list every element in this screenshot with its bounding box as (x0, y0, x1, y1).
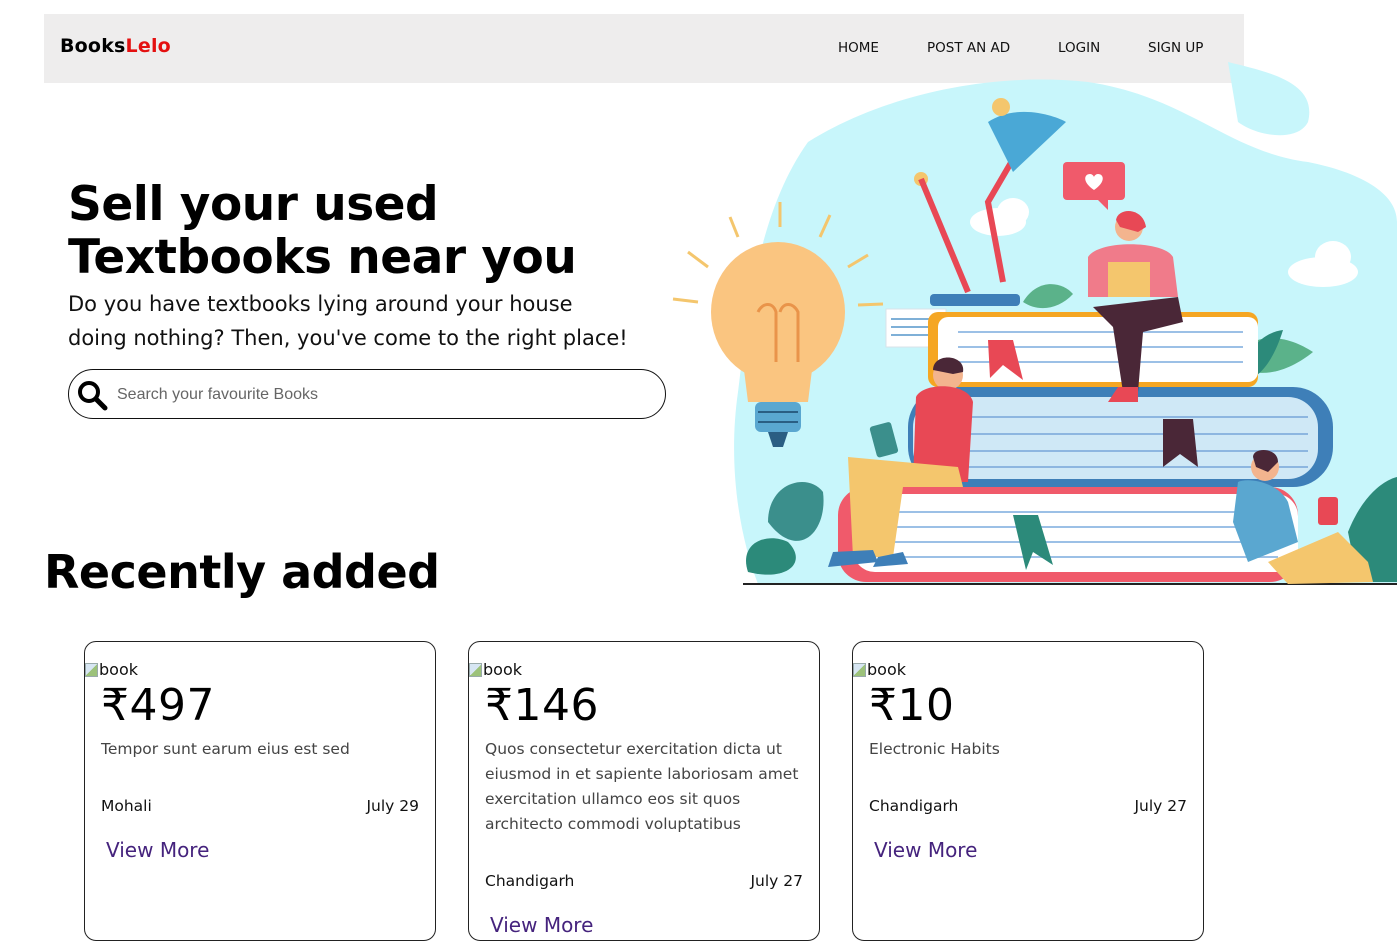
book-image-alt: book (483, 660, 522, 679)
broken-image-icon (853, 662, 866, 677)
book-date: July 27 (1134, 797, 1187, 815)
book-image-alt: book (99, 660, 138, 679)
book-description: Tempor sunt earum eius est sed (101, 740, 350, 758)
brand-logo[interactable]: BooksLelo (60, 35, 171, 57)
nav-home[interactable]: HOME (838, 40, 879, 56)
book-image: book (469, 660, 522, 679)
hero-subtitle-line2: doing nothing? Then, you've come to the … (68, 326, 628, 350)
book-image: book (853, 660, 906, 679)
hero-title-line2: Textbooks near you (68, 230, 577, 285)
book-card[interactable]: book ₹10 Electronic Habits Chandigarh Ju… (852, 641, 1204, 941)
book-location: Chandigarh (869, 797, 959, 815)
book-location: Chandigarh (485, 872, 575, 890)
section-title-recently-added: Recently added (44, 545, 440, 599)
brand-logo-part1: Books (60, 35, 126, 57)
search-input[interactable] (115, 379, 649, 411)
book-image-alt: book (867, 660, 906, 679)
book-date: July 27 (750, 872, 803, 890)
broken-image-icon (469, 662, 482, 677)
view-more-link[interactable]: View More (874, 838, 977, 862)
book-price: ₹146 (485, 680, 599, 731)
nav-login[interactable]: LOGIN (1058, 40, 1100, 56)
search-bar[interactable] (68, 369, 666, 419)
hero-illustration (672, 62, 1397, 585)
book-description: Quos consectetur exercitation dicta ut e… (485, 740, 799, 833)
book-description: Electronic Habits (869, 740, 1000, 758)
view-more-link[interactable]: View More (490, 913, 593, 937)
nav-sign-up[interactable]: SIGN UP (1148, 40, 1203, 56)
book-price: ₹10 (869, 680, 955, 731)
hero-title: Sell your used Textbooks near you (68, 178, 688, 284)
hero-subtitle-line1: Do you have textbooks lying around your … (68, 292, 573, 316)
hero-subtitle: Do you have textbooks lying around your … (68, 287, 688, 355)
search-icon[interactable] (75, 378, 109, 412)
book-date: July 29 (366, 797, 419, 815)
book-image: book (85, 660, 138, 679)
hero-title-line1: Sell your used (68, 177, 439, 232)
book-card[interactable]: book ₹146 Quos consectetur exercitation … (468, 641, 820, 941)
view-more-link[interactable]: View More (106, 838, 209, 862)
nav-post-an-ad[interactable]: POST AN AD (927, 40, 1010, 56)
broken-image-icon (85, 662, 98, 677)
book-card[interactable]: book ₹497 Tempor sunt earum eius est sed… (84, 641, 436, 941)
book-price: ₹497 (101, 680, 215, 731)
book-location: Mohali (101, 797, 152, 815)
brand-logo-part2: Lelo (125, 35, 171, 57)
